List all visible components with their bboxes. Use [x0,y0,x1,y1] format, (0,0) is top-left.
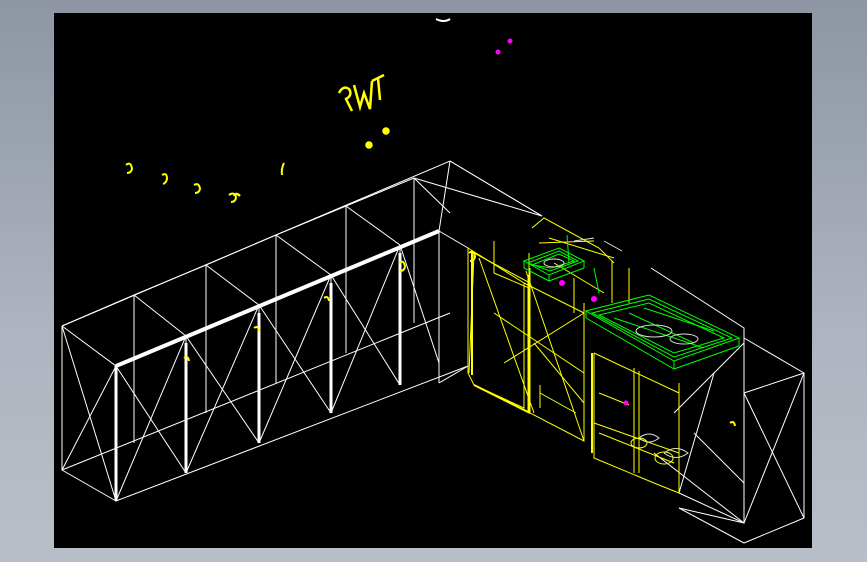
top-mark [435,18,451,22]
cad-viewport[interactable] [54,13,812,548]
wireframe-sink [522,234,741,370]
wireframe-cabinets [61,160,805,544]
magenta-markers [495,38,629,406]
annotation-glyphs [232,73,390,197]
